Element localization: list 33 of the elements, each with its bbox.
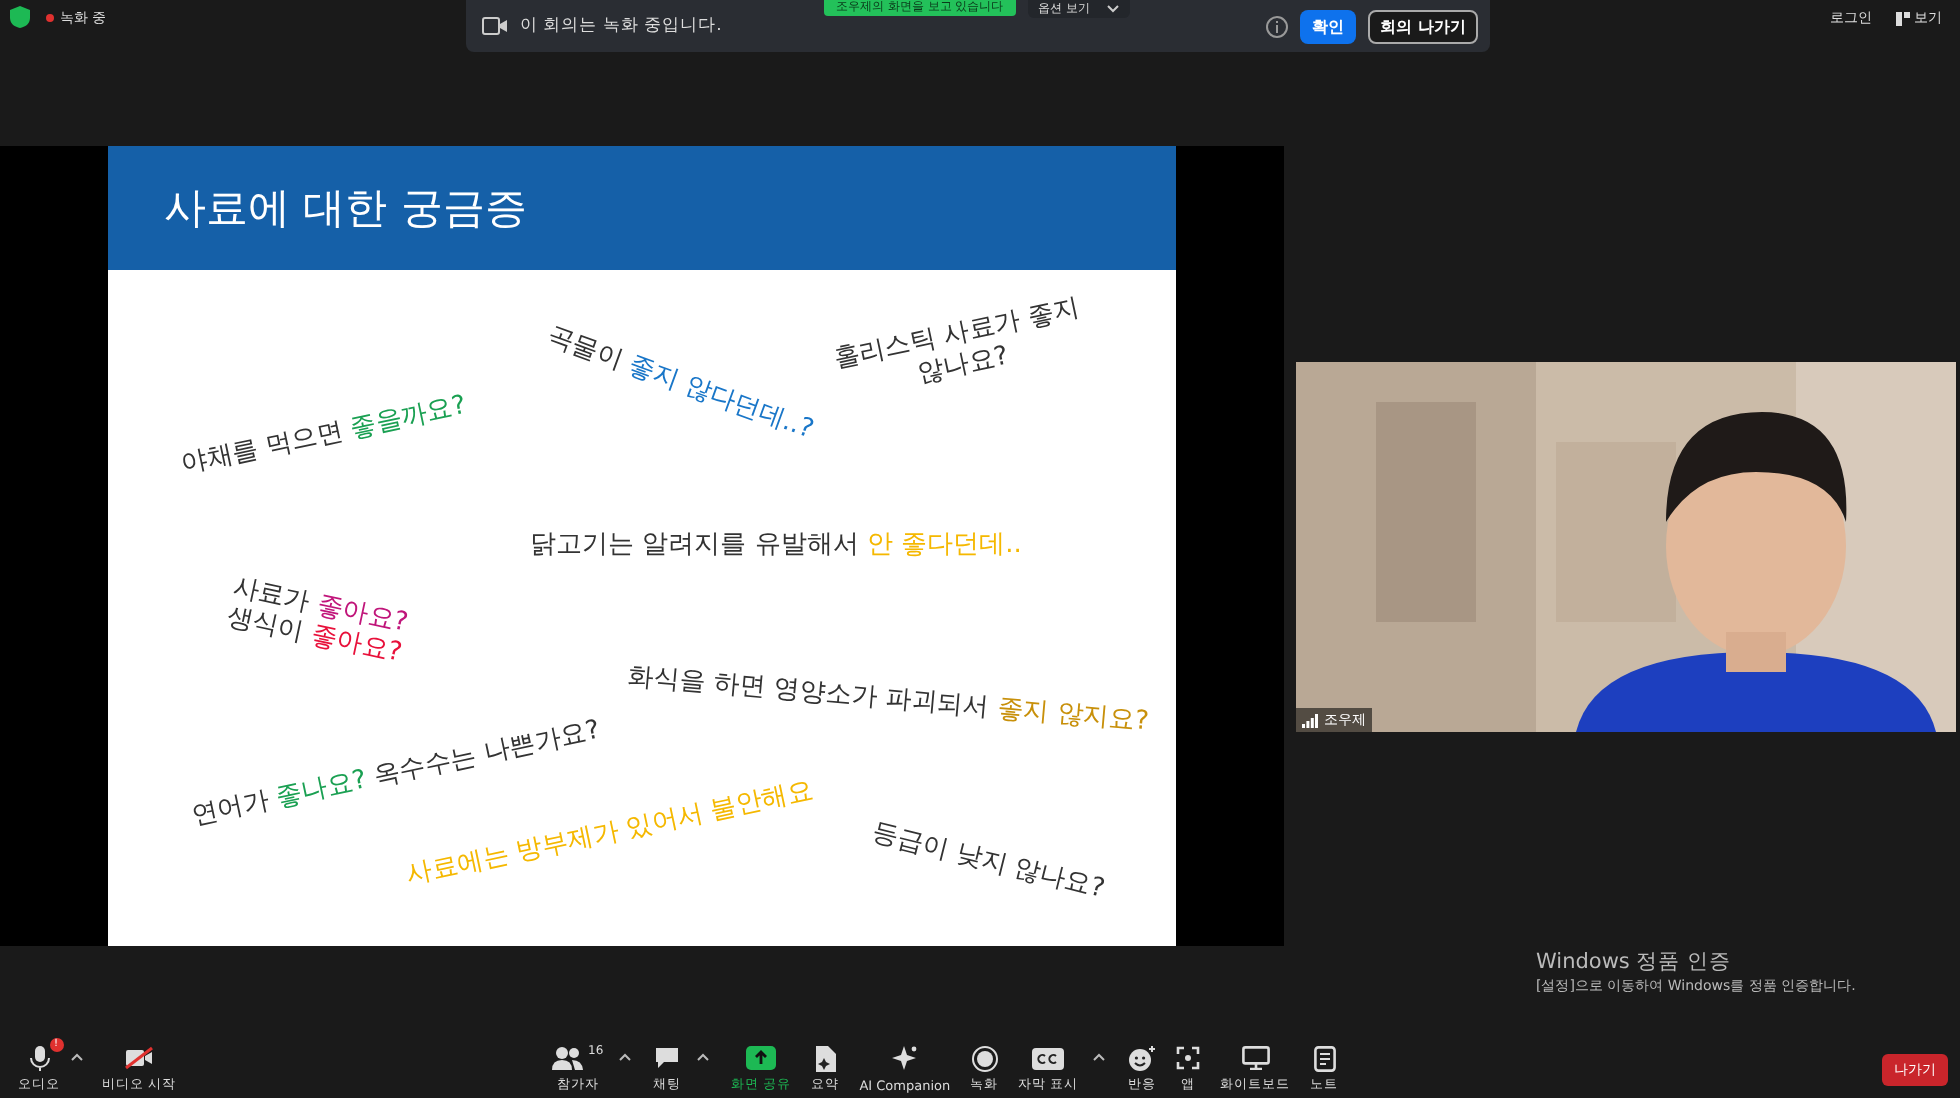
slide-note: 등급이 낮지 않나요? xyxy=(868,818,1108,906)
slide-note: 화식을 하면 영양소가 파괴되서 좋지 않지요? xyxy=(626,661,1150,739)
layout-icon xyxy=(1896,11,1910,25)
camera-off-icon xyxy=(124,1046,155,1070)
notes-icon xyxy=(1313,1045,1336,1071)
share-screen-icon xyxy=(746,1046,777,1070)
microphone-icon xyxy=(25,1044,53,1072)
recording-camera-icon xyxy=(482,16,508,36)
apps-icon xyxy=(1176,1046,1201,1070)
shield-icon xyxy=(10,6,30,28)
activation-title: Windows 정품 인증 xyxy=(1536,948,1734,976)
leave-meeting-button[interactable]: 회의 나가기 xyxy=(1368,9,1478,43)
confirm-button[interactable]: 확인 xyxy=(1300,9,1357,43)
slide-note: 사료에는 방부제가 있어서 불안해요 xyxy=(403,775,817,893)
slide-note: 닭고기는 알려지를 유발해서 안 좋다던데.. xyxy=(530,530,1022,562)
captions-icon xyxy=(1032,1047,1065,1069)
signal-icon xyxy=(1302,713,1318,727)
caret-icon[interactable] xyxy=(70,1052,84,1062)
caret-icon[interactable] xyxy=(617,1052,632,1062)
banner-message: 이 회의는 녹화 중입니다. xyxy=(520,14,722,38)
caret-icon[interactable] xyxy=(695,1052,710,1062)
monitor-icon xyxy=(1241,1046,1270,1070)
document-icon xyxy=(814,1045,837,1071)
chevron-down-icon xyxy=(1105,4,1120,14)
info-icon[interactable] xyxy=(1266,15,1289,37)
slide-note: 홀리스틱 사료가 좋지 않나요? xyxy=(831,293,1085,393)
caret-icon[interactable] xyxy=(1092,1052,1107,1062)
people-icon xyxy=(552,1046,584,1070)
chat-icon xyxy=(654,1046,681,1070)
sparkle-icon xyxy=(891,1046,918,1072)
slide-title: 사료에 대한 궁금증 xyxy=(108,146,1176,270)
smiley-icon xyxy=(1128,1045,1157,1071)
record-icon xyxy=(971,1045,998,1071)
